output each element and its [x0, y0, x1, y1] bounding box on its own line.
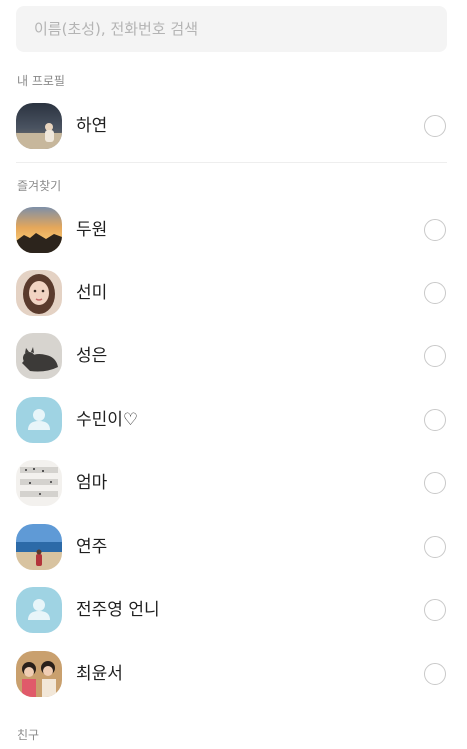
select-radio[interactable]	[424, 536, 446, 558]
contact-name: 수민이♡	[76, 410, 139, 430]
favorite-row[interactable]: 선미	[0, 263, 467, 323]
search-bar[interactable]	[16, 6, 447, 52]
favorite-row[interactable]: 연주	[0, 517, 467, 577]
avatar	[16, 207, 62, 253]
avatar	[16, 651, 62, 697]
default-avatar	[16, 587, 62, 633]
contact-name: 하연	[76, 116, 108, 136]
contact-name: 두원	[76, 220, 108, 240]
avatar	[16, 103, 62, 149]
contact-name: 엄마	[76, 473, 108, 493]
select-radio[interactable]	[424, 409, 446, 431]
contact-name: 전주영 언니	[76, 600, 160, 620]
search-input[interactable]	[32, 19, 447, 39]
select-radio[interactable]	[424, 115, 446, 137]
contact-name: 선미	[76, 283, 108, 303]
select-radio[interactable]	[424, 219, 446, 241]
favorite-row[interactable]: 전주영 언니	[0, 580, 467, 640]
section-label-my-profile: 내 프로필	[17, 74, 65, 88]
contact-name: 성은	[76, 346, 108, 366]
favorite-row[interactable]: 두원	[0, 200, 467, 260]
contact-name: 연주	[76, 537, 108, 557]
divider	[16, 162, 447, 163]
select-radio[interactable]	[424, 663, 446, 685]
select-radio[interactable]	[424, 282, 446, 304]
avatar	[16, 333, 62, 379]
favorite-row[interactable]: 수민이♡	[0, 390, 467, 450]
avatar	[16, 460, 62, 506]
section-label-favorites: 즐겨찾기	[17, 179, 62, 193]
avatar	[16, 270, 62, 316]
select-radio[interactable]	[424, 472, 446, 494]
avatar	[16, 524, 62, 570]
section-label-friends: 친구	[17, 728, 40, 742]
favorite-row[interactable]: 성은	[0, 326, 467, 386]
favorite-row[interactable]: 최윤서	[0, 644, 467, 704]
profile-row-me[interactable]: 하연	[0, 96, 467, 156]
contact-name: 최윤서	[76, 664, 123, 684]
select-radio[interactable]	[424, 599, 446, 621]
favorite-row[interactable]: 엄마	[0, 453, 467, 513]
select-radio[interactable]	[424, 345, 446, 367]
default-avatar	[16, 397, 62, 443]
